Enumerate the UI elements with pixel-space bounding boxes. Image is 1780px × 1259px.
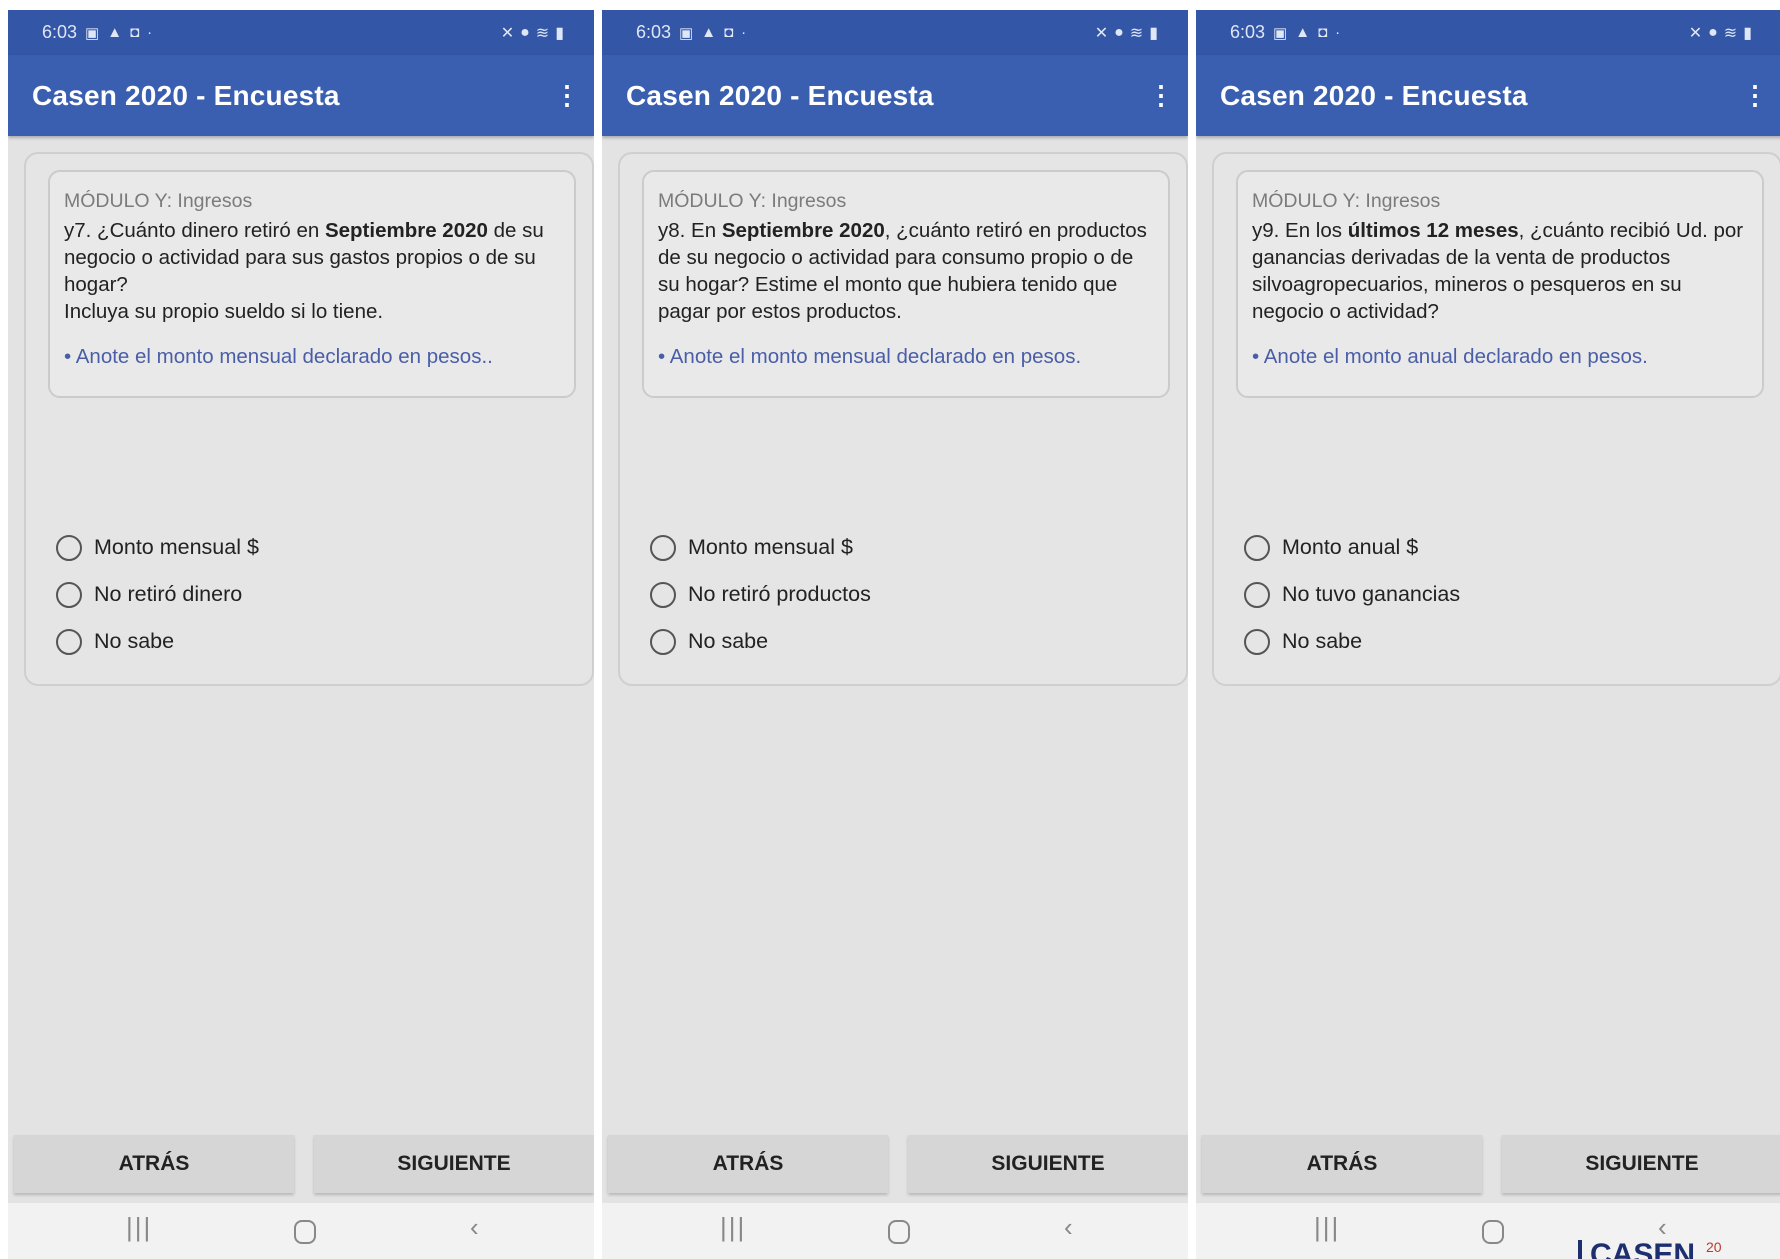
alert-icon: ▲ [1295,24,1311,41]
home-icon[interactable] [1482,1220,1504,1244]
app-bar: Casen 2020 - Encuesta ⋮ [8,55,594,136]
system-nav-bar: ||| ‹ [8,1203,594,1259]
answer-options: Monto mensual $ No retiró dinero No sabe [56,524,259,665]
home-icon[interactable] [294,1220,316,1244]
more-options-icon[interactable]: ⋮ [1742,80,1768,111]
module-label: MÓDULO Y: Ingresos [658,190,847,212]
screen-y9: 6:03 ▣ ▲ ◘ · ✕ ● ≋ ▮ Casen 2020 - Encues… [1196,10,1780,1259]
answer-options: Monto anual $ No tuvo ganancias No sabe [1244,524,1460,665]
option-no-ganancias[interactable]: No tuvo ganancias [1244,571,1460,618]
question-box: MÓDULO Y: Ingresos y8. En Septiembre 202… [642,170,1170,398]
more-options-icon[interactable]: ⋮ [554,80,580,111]
next-button[interactable]: SIGUIENTE [314,1135,594,1193]
status-time: 6:03 [636,22,672,42]
question-box: MÓDULO Y: Ingresos y7. ¿Cuánto dinero re… [48,170,576,398]
status-time: 6:03 [1230,22,1266,42]
gallery-icon: ▣ [85,24,100,42]
wifi-icon: ≋ [535,24,550,42]
location-icon: ● [1708,23,1718,41]
radio-icon[interactable] [650,534,676,561]
back-nav-icon[interactable]: ‹ [470,1212,479,1243]
question-note: • Anote el monto mensual declarado en pe… [64,345,493,368]
back-button[interactable]: ATRÁS [14,1135,294,1193]
location-icon: ● [520,23,530,41]
radio-icon[interactable] [1244,534,1270,561]
option-no-sabe[interactable]: No sabe [56,618,259,665]
signal-icon: ▮ [1743,24,1752,42]
radio-icon[interactable] [650,581,676,608]
answer-options: Monto mensual $ No retiró productos No s… [650,524,871,665]
status-bar: 6:03 ▣ ▲ ◘ · ✕ ● ≋ ▮ [8,10,594,55]
recents-icon[interactable]: ||| [1314,1212,1340,1243]
radio-icon[interactable] [56,534,82,561]
option-no-retiro[interactable]: No retiró productos [650,571,871,618]
question-card: MÓDULO Y: Ingresos y8. En Septiembre 202… [618,152,1188,686]
alert-icon: ▲ [107,24,123,41]
question-text: y8. En Septiembre 2020, ¿cuánto retiró e… [658,219,1147,323]
option-monto[interactable]: Monto mensual $ [56,524,259,571]
recents-icon[interactable]: ||| [720,1212,746,1243]
app-title: Casen 2020 - Encuesta [626,79,934,111]
app-bar: Casen 2020 - Encuesta ⋮ [602,55,1188,136]
home-icon[interactable] [888,1220,910,1244]
question-card: MÓDULO Y: Ingresos y7. ¿Cuánto dinero re… [24,152,594,686]
wifi-icon: ≋ [1129,24,1144,42]
option-monto[interactable]: Monto mensual $ [650,524,871,571]
back-nav-icon[interactable]: ‹ [1064,1212,1073,1243]
radio-icon[interactable] [650,628,676,655]
signal-icon: ▮ [1149,24,1158,42]
mute-icon: ✕ [1688,24,1703,42]
dot-icon: · [741,24,747,41]
module-label: MÓDULO Y: Ingresos [1252,190,1441,212]
status-bar: 6:03 ▣ ▲ ◘ · ✕ ● ≋ ▮ [1196,10,1780,55]
question-note: • Anote el monto mensual declarado en pe… [658,345,1082,368]
question-text: y7. ¿Cuánto dinero retiró en Septiembre … [64,219,544,323]
question-text: y9. En los últimos 12 meses, ¿cuánto rec… [1252,219,1744,323]
screen-icon: ◘ [724,24,734,41]
mute-icon: ✕ [1094,24,1109,42]
location-icon: ● [1114,23,1124,41]
question-note: • Anote el monto anual declarado en peso… [1252,345,1648,368]
option-monto[interactable]: Monto anual $ [1244,524,1460,571]
screen-icon: ◘ [1318,24,1328,41]
signal-icon: ▮ [555,24,564,42]
radio-icon[interactable] [56,581,82,608]
screen-icon: ◘ [130,24,140,41]
app-title: Casen 2020 - Encuesta [32,79,340,111]
alert-icon: ▲ [701,24,717,41]
status-bar: 6:03 ▣ ▲ ◘ · ✕ ● ≋ ▮ [602,10,1188,55]
more-options-icon[interactable]: ⋮ [1148,80,1174,111]
radio-icon[interactable] [1244,581,1270,608]
question-card: MÓDULO Y: Ingresos y9. En los últimos 12… [1212,152,1780,686]
casen-logo: CASEN 20 [1578,1240,1778,1259]
app-bar: Casen 2020 - Encuesta ⋮ [1196,55,1780,136]
app-title: Casen 2020 - Encuesta [1220,79,1528,111]
system-nav-bar: ||| ‹ [602,1203,1188,1259]
option-no-retiro[interactable]: No retiró dinero [56,571,259,618]
next-button[interactable]: SIGUIENTE [1502,1135,1780,1193]
module-label: MÓDULO Y: Ingresos [64,190,253,212]
status-time: 6:03 [42,22,78,42]
recents-icon[interactable]: ||| [126,1212,152,1243]
svg-text:20: 20 [1706,1240,1722,1255]
option-no-sabe[interactable]: No sabe [1244,618,1460,665]
back-button[interactable]: ATRÁS [608,1135,888,1193]
gallery-icon: ▣ [679,24,694,42]
radio-icon[interactable] [56,628,82,655]
back-button[interactable]: ATRÁS [1202,1135,1482,1193]
mute-icon: ✕ [500,24,515,42]
screen-y8: 6:03 ▣ ▲ ◘ · ✕ ● ≋ ▮ Casen 2020 - Encues… [602,10,1188,1259]
question-box: MÓDULO Y: Ingresos y9. En los últimos 12… [1236,170,1764,398]
dot-icon: · [147,24,153,41]
gallery-icon: ▣ [1273,24,1288,42]
option-no-sabe[interactable]: No sabe [650,618,871,665]
back-nav-icon[interactable]: ‹ [1658,1212,1667,1243]
screen-y7: 6:03 ▣ ▲ ◘ · ✕ ● ≋ ▮ Casen 2020 - Encues… [8,10,594,1259]
dot-icon: · [1335,24,1341,41]
next-button[interactable]: SIGUIENTE [908,1135,1188,1193]
wifi-icon: ≋ [1723,24,1738,42]
svg-text:CASEN: CASEN [1590,1240,1695,1259]
radio-icon[interactable] [1244,628,1270,655]
